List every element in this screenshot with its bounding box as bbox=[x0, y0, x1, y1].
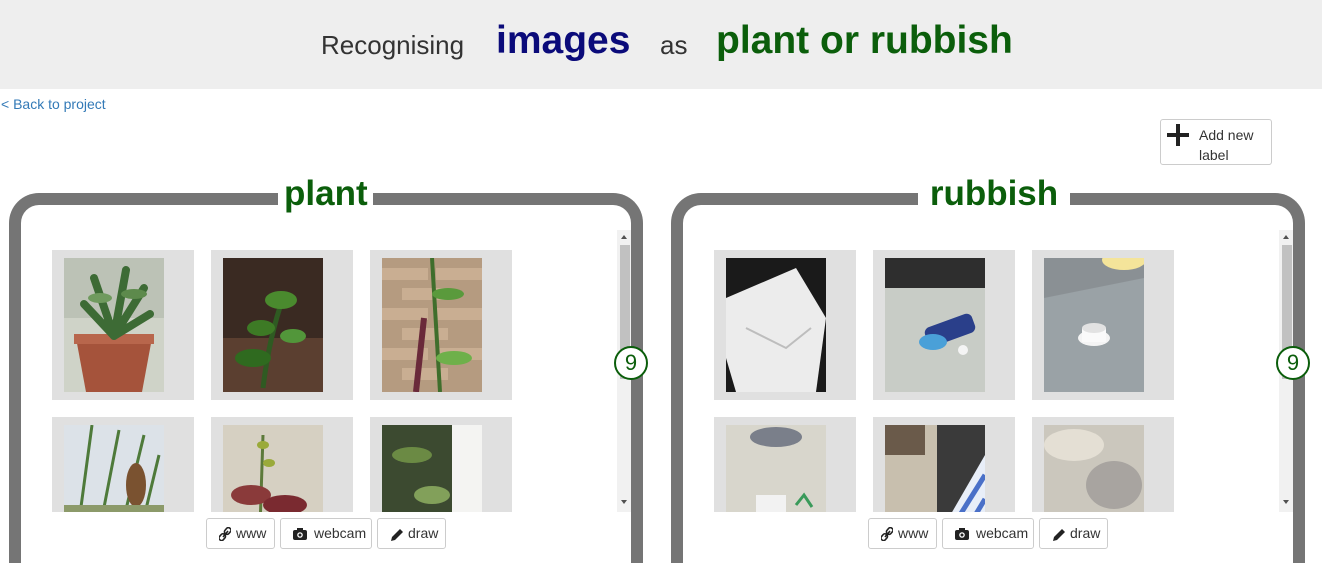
image-tile[interactable] bbox=[873, 417, 1015, 512]
link-icon bbox=[881, 527, 893, 541]
draw-button[interactable]: draw bbox=[377, 518, 446, 549]
plus-icon bbox=[1167, 124, 1189, 146]
header-images: images bbox=[496, 19, 631, 62]
image-count-badge: 9 bbox=[1276, 346, 1310, 380]
image-tile[interactable] bbox=[211, 417, 353, 512]
image-list bbox=[701, 230, 1293, 512]
training-image bbox=[726, 425, 826, 512]
training-image bbox=[885, 425, 985, 512]
bucket-rubbish: www webcam draw bbox=[671, 193, 1305, 563]
training-image bbox=[223, 258, 323, 392]
www-button[interactable]: www bbox=[206, 518, 275, 549]
pencil-icon bbox=[1053, 529, 1065, 541]
add-new-label-text: Add new label bbox=[1199, 127, 1254, 163]
training-image bbox=[885, 258, 985, 392]
camera-icon bbox=[293, 528, 307, 540]
header-as: as bbox=[660, 30, 688, 60]
training-image bbox=[64, 258, 164, 392]
webcam-label: webcam bbox=[976, 525, 1029, 541]
header-recognising: Recognising bbox=[321, 30, 465, 60]
image-tile[interactable] bbox=[52, 417, 194, 512]
image-list bbox=[39, 230, 631, 512]
training-image bbox=[223, 425, 323, 512]
image-tile[interactable] bbox=[714, 250, 856, 400]
webcam-label: webcam bbox=[314, 525, 367, 541]
back-to-project-link[interactable]: < Back to project bbox=[1, 96, 106, 112]
image-count-badge: 9 bbox=[614, 346, 648, 380]
add-new-label-button[interactable]: Add new label bbox=[1160, 119, 1272, 165]
www-button[interactable]: www bbox=[868, 518, 937, 549]
image-tile[interactable] bbox=[52, 250, 194, 400]
bucket-title-plant: plant bbox=[278, 172, 373, 216]
image-tile[interactable] bbox=[370, 250, 512, 400]
header-labels: plant or rubbish bbox=[716, 19, 1013, 62]
image-tile[interactable] bbox=[1032, 417, 1174, 512]
draw-label: draw bbox=[408, 525, 439, 541]
link-icon bbox=[219, 527, 231, 541]
image-tile[interactable] bbox=[1032, 250, 1174, 400]
training-image bbox=[726, 258, 826, 392]
image-tile[interactable] bbox=[370, 417, 512, 512]
training-image bbox=[1044, 425, 1144, 512]
training-image bbox=[382, 425, 482, 512]
page-header: Recognising images as plant or rubbish bbox=[0, 0, 1322, 89]
image-tile[interactable] bbox=[714, 417, 856, 512]
webcam-button[interactable]: webcam bbox=[280, 518, 372, 549]
training-image bbox=[382, 258, 482, 392]
www-label: www bbox=[236, 525, 267, 541]
training-image bbox=[64, 425, 164, 512]
bucket-plant: www webcam draw bbox=[9, 193, 643, 563]
pencil-icon bbox=[391, 529, 403, 541]
draw-button[interactable]: draw bbox=[1039, 518, 1108, 549]
bucket-title-rubbish: rubbish bbox=[918, 172, 1070, 216]
webcam-button[interactable]: webcam bbox=[942, 518, 1034, 549]
training-image bbox=[1044, 258, 1144, 392]
draw-label: draw bbox=[1070, 525, 1101, 541]
www-label: www bbox=[898, 525, 929, 541]
camera-icon bbox=[955, 528, 969, 540]
image-tile[interactable] bbox=[873, 250, 1015, 400]
image-tile[interactable] bbox=[211, 250, 353, 400]
